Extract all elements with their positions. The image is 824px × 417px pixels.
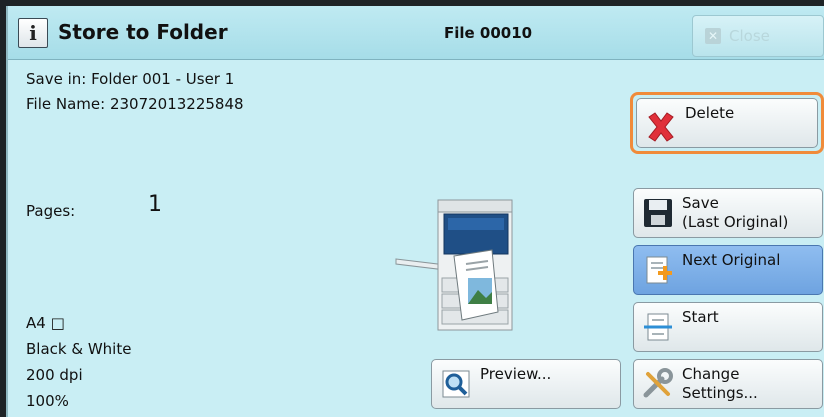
- copier-illustration: [395, 199, 513, 331]
- start-label: Start: [682, 308, 719, 326]
- next-original-label: Next Original: [682, 251, 781, 269]
- save-label: Save (Last Original): [682, 194, 789, 231]
- close-button[interactable]: ✕ Close: [692, 15, 824, 57]
- save-disk-icon: [644, 199, 672, 227]
- save-in-text: Save in: Folder 001 - User 1: [26, 70, 235, 88]
- preview-button[interactable]: Preview...: [431, 359, 621, 409]
- tools-icon: [643, 368, 673, 398]
- pages-label: Pages:: [26, 202, 76, 220]
- close-label: Close: [729, 27, 770, 45]
- pages-value: 1: [148, 192, 162, 217]
- save-last-original-button[interactable]: Save (Last Original): [633, 188, 823, 238]
- change-settings-label: Change Settings...: [682, 365, 758, 402]
- file-name-text: File Name: 23072013225848: [26, 95, 244, 113]
- close-icon: ✕: [705, 28, 721, 44]
- delete-x-icon: [648, 112, 674, 142]
- delete-label: Delete: [685, 104, 735, 122]
- file-id: File 00010: [444, 24, 533, 42]
- next-original-icon: [646, 256, 672, 284]
- change-settings-button[interactable]: Change Settings...: [633, 359, 823, 409]
- resolution-text: 200 dpi: [26, 366, 83, 384]
- zoom-text: 100%: [26, 392, 69, 410]
- color-mode-text: Black & White: [26, 340, 132, 358]
- start-scan-icon: [644, 313, 672, 341]
- info-icon: i: [18, 18, 48, 48]
- magnifier-icon: [442, 370, 470, 398]
- preview-label: Preview...: [480, 365, 552, 383]
- paper-size-text: A4 □: [26, 314, 65, 332]
- title-bar: i Store to Folder File 00010 ✕ Close: [8, 6, 824, 60]
- delete-button[interactable]: Delete: [636, 98, 818, 148]
- store-to-folder-screen: i Store to Folder File 00010 ✕ Close Sav…: [6, 6, 824, 417]
- start-button[interactable]: Start: [633, 302, 823, 352]
- next-original-button[interactable]: Next Original: [633, 245, 823, 295]
- screen-title: Store to Folder: [58, 20, 228, 44]
- delete-highlight: Delete: [630, 92, 824, 154]
